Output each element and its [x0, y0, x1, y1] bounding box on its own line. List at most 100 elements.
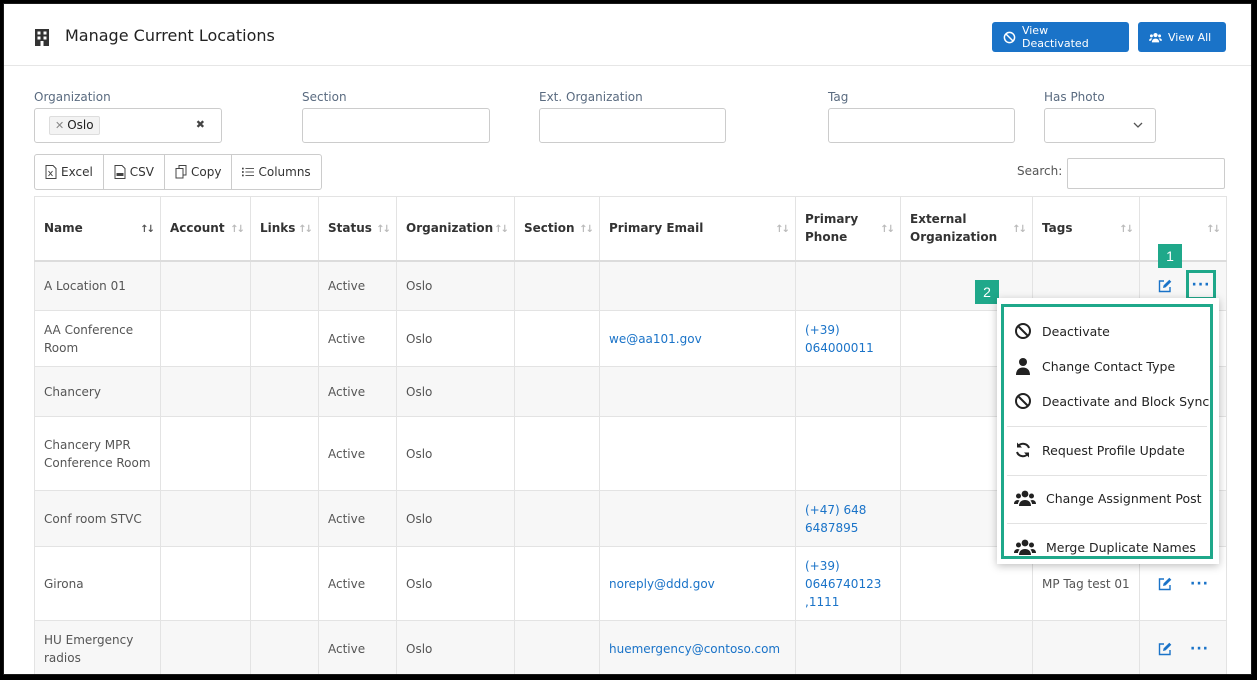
column-label: Primary Email — [609, 221, 704, 236]
column-header-section[interactable]: Section ↑↓ — [514, 196, 600, 262]
row-actions-dropdown: Deactivate Change Contact Type Deactivat… — [997, 298, 1219, 564]
view-deactivated-button[interactable]: View Deactivated — [992, 22, 1129, 52]
users-icon — [1014, 490, 1036, 506]
cell-links — [250, 310, 319, 367]
ban-icon — [1003, 31, 1016, 43]
column-header-organization[interactable]: Organization ↑↓ — [396, 196, 515, 262]
cell-links — [250, 490, 319, 547]
building-icon — [35, 29, 49, 46]
column-header-status[interactable]: Status ↑↓ — [318, 196, 397, 262]
column-header-primary-email[interactable]: Primary Email ↑↓ — [599, 196, 796, 262]
column-label: Status — [328, 221, 372, 236]
email-link[interactable]: noreply@ddd.gov — [609, 577, 715, 591]
cell-account — [160, 366, 251, 417]
clear-selection-icon[interactable]: ✖ — [196, 118, 205, 131]
menu-item-deactivate-block-sync[interactable]: Deactivate and Block Sync — [1014, 392, 1209, 410]
cell-status: Active — [318, 490, 397, 547]
email-link[interactable]: huemergency@contoso.com — [609, 642, 780, 656]
organization-filter-select[interactable]: ✕ Oslo ✖ — [34, 108, 222, 143]
column-header-links[interactable]: Links ↑↓ — [250, 196, 319, 262]
menu-item-label: Deactivate — [1042, 323, 1110, 339]
sort-icon: ↑↓ — [230, 224, 245, 236]
tag-filter-input[interactable] — [828, 108, 1015, 143]
dropdown-highlight — [1001, 304, 1213, 559]
has-photo-filter-label: Has Photo — [1044, 90, 1105, 104]
phone-link[interactable]: (+47) 648 6487895 — [805, 503, 866, 535]
tag-filter-label: Tag — [828, 90, 849, 104]
csv-button[interactable]: CSV — [104, 155, 166, 189]
email-link[interactable]: we@aa101.gov — [609, 332, 702, 346]
organization-chip[interactable]: ✕ Oslo — [49, 116, 100, 135]
menu-item-label: Change Contact Type — [1042, 358, 1176, 374]
column-label: Account — [170, 221, 225, 236]
menu-item-label: Deactivate and Block Sync — [1042, 393, 1210, 409]
menu-item-label: Change Assignment Post — [1046, 490, 1202, 506]
view-all-button[interactable]: View All — [1138, 22, 1226, 52]
more-options-icon[interactable]: ··· — [1190, 640, 1209, 658]
edit-icon[interactable] — [1158, 279, 1172, 293]
cell-email — [599, 260, 796, 311]
phone-link[interactable]: (+39) 064000011 — [805, 323, 874, 355]
more-actions-button-highlighted[interactable]: ··· — [1186, 269, 1216, 300]
more-options-icon[interactable]: ··· — [1190, 575, 1209, 593]
menu-divider — [1007, 475, 1207, 476]
copy-button[interactable]: Copy — [165, 155, 233, 189]
excel-button[interactable]: Excel — [35, 155, 104, 189]
menu-item-request-profile-update[interactable]: Request Profile Update — [1014, 441, 1185, 459]
cell-links — [250, 366, 319, 417]
section-filter-input[interactable] — [302, 108, 490, 143]
cell-status: Active — [318, 366, 397, 417]
sort-icon: ↑↓ — [494, 224, 509, 236]
export-button-group: Excel CSV Copy Columns — [34, 154, 322, 190]
chip-remove-icon[interactable]: ✕ — [55, 119, 64, 132]
more-options-icon: ··· — [1191, 276, 1211, 293]
column-header-name[interactable]: Name ↑↓ — [34, 196, 161, 262]
cell-email: we@aa101.gov — [599, 310, 796, 367]
cell-links — [250, 620, 319, 674]
cell-name: Chancery — [34, 366, 161, 417]
column-label: Organization — [406, 221, 494, 236]
menu-item-label: Request Profile Update — [1042, 442, 1185, 458]
column-label: External Organization — [910, 212, 998, 245]
menu-item-merge-duplicate-names[interactable]: Merge Duplicate Names — [1014, 538, 1196, 556]
edit-icon[interactable] — [1158, 577, 1172, 591]
menu-item-change-assignment-post[interactable]: Change Assignment Post — [1014, 489, 1202, 507]
menu-item-deactivate[interactable]: Deactivate — [1014, 322, 1110, 340]
column-header-actions[interactable]: ↑↓ — [1139, 196, 1227, 262]
cell-organization: Oslo — [396, 490, 515, 547]
sort-icon: ↑↓ — [298, 224, 313, 236]
cell-name: Girona — [34, 546, 161, 621]
column-header-external-org[interactable]: External Organization ↑↓ — [900, 196, 1033, 262]
cell-section — [514, 416, 600, 491]
menu-item-change-contact-type[interactable]: Change Contact Type — [1014, 357, 1175, 375]
cell-account — [160, 490, 251, 547]
users-icon — [1149, 32, 1162, 42]
cell-status: Active — [318, 310, 397, 367]
search-input[interactable] — [1067, 158, 1225, 189]
column-header-primary-phone[interactable]: Primary Phone ↑↓ — [795, 196, 901, 262]
cell-email — [599, 490, 796, 547]
cell-phone — [795, 620, 901, 674]
view-all-label: View All — [1168, 30, 1212, 44]
edit-icon[interactable] — [1158, 642, 1172, 656]
column-header-tags[interactable]: Tags ↑↓ — [1032, 196, 1140, 262]
ext-org-filter-input[interactable] — [539, 108, 726, 143]
phone-link[interactable]: (+39) 0646740123 ,1111 — [805, 559, 881, 609]
column-header-account[interactable]: Account ↑↓ — [160, 196, 251, 262]
cell-section — [514, 310, 600, 367]
menu-divider — [1007, 523, 1207, 524]
cell-phone — [795, 260, 901, 311]
csv-label: CSV — [129, 165, 155, 179]
page-header: Manage Current Locations View Deactivate… — [4, 4, 1251, 66]
cell-name: A Location 01 — [34, 260, 161, 311]
cell-organization: Oslo — [396, 416, 515, 491]
cell-phone: (+39) 0646740123 ,1111 — [795, 546, 901, 621]
sort-icon: ↑↓ — [1206, 224, 1221, 236]
cell-section — [514, 620, 600, 674]
has-photo-filter-select[interactable] — [1044, 108, 1156, 143]
sort-icon: ↑↓ — [775, 224, 790, 236]
columns-button[interactable]: Columns — [232, 155, 320, 189]
cell-status: Active — [318, 620, 397, 674]
cell-account — [160, 620, 251, 674]
table-row[interactable]: HU Emergency radios Active Oslo huemerge… — [34, 620, 1227, 674]
